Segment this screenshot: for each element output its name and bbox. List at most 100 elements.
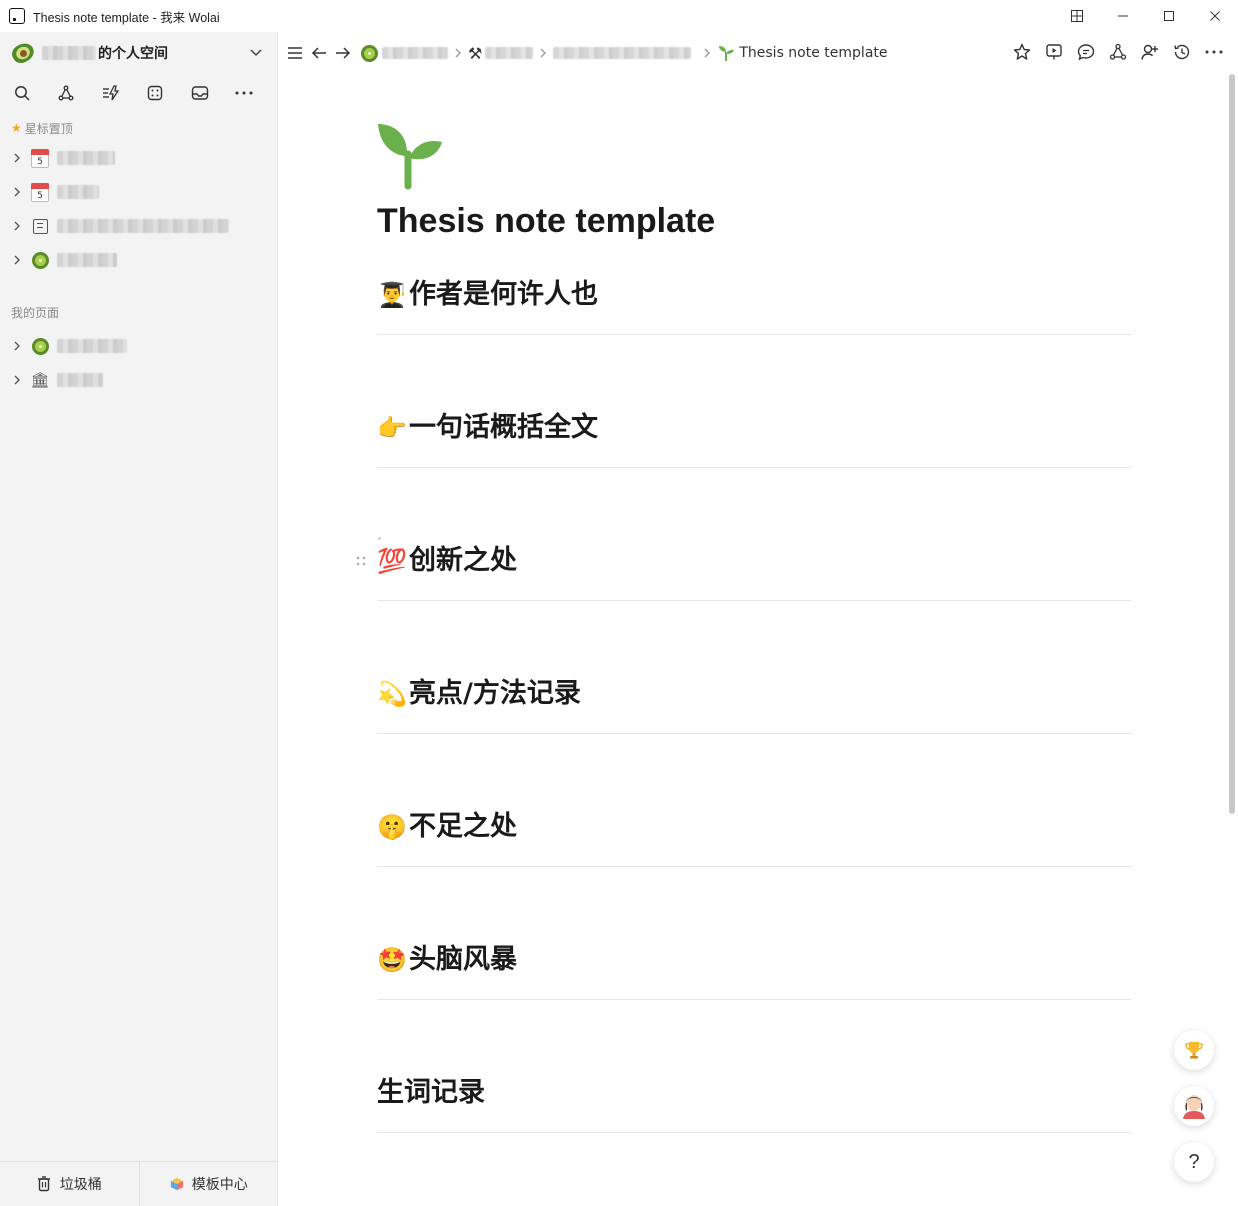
trophy-button[interactable] — [1174, 1030, 1214, 1070]
sprout-icon[interactable] — [374, 118, 446, 190]
avatar[interactable] — [1174, 1086, 1214, 1126]
chevron-right-icon[interactable] — [11, 340, 23, 352]
heading-text: 生词记录 — [377, 1077, 485, 1108]
chevron-down-icon[interactable] — [249, 45, 263, 59]
my-pages-section-label: 我的页面 — [0, 301, 277, 323]
chevron-right-icon[interactable] — [11, 374, 23, 386]
star-icon[interactable] — [1010, 40, 1034, 64]
back-icon[interactable] — [307, 41, 331, 65]
search-icon[interactable] — [12, 78, 56, 108]
redacted-text — [57, 151, 115, 165]
starred-section-label: ★ 星标置顶 — [0, 117, 277, 139]
redacted-text — [57, 339, 127, 353]
template-center-button[interactable]: 模板中心 — [138, 1162, 279, 1206]
block-dot — [378, 537, 381, 540]
breadcrumb-current[interactable]: Thesis note template — [739, 45, 887, 61]
redacted-text — [57, 253, 117, 267]
heading-block[interactable]: 🤫 不足之处 — [377, 811, 1132, 867]
sidebar: 的个人空间 ★ 星标置顶 5 5 我的页面 🏛 垃圾桶 模板中心 — [0, 32, 278, 1206]
page-content: Thesis note template 👨‍🎓 作者是何许人也 👉 一句话概括… — [278, 74, 1238, 1206]
heading-text: 作者是何许人也 — [409, 279, 598, 310]
sidebar-item-page-1[interactable] — [0, 329, 277, 363]
heading-text: 亮点/方法记录 — [409, 678, 581, 709]
share-user-icon[interactable] — [1138, 40, 1162, 64]
chevron-right-icon[interactable] — [11, 152, 23, 164]
sidebar-item-page-2[interactable]: 🏛 — [0, 363, 277, 397]
heading-block[interactable]: 🤩 头脑风暴 — [377, 944, 1132, 1000]
heading-block[interactable]: 💯 创新之处 — [377, 545, 1132, 601]
flash-icon[interactable] — [100, 78, 144, 108]
breadcrumb: ⚒ Thesis note template — [355, 44, 888, 63]
scrollbar-thumb[interactable] — [1229, 74, 1235, 814]
kiwi-icon — [31, 337, 49, 355]
template-icon[interactable] — [145, 78, 189, 108]
trash-button[interactable]: 垃圾桶 — [0, 1162, 139, 1206]
heading-text: 不足之处 — [409, 811, 517, 842]
maximize-button[interactable] — [1146, 0, 1192, 32]
window-controls — [1054, 0, 1238, 32]
heading-block[interactable]: 👉 一句话概括全文 — [377, 412, 1132, 468]
calendar-icon: 5 — [31, 182, 49, 202]
heading-text: 一句话概括全文 — [409, 412, 598, 443]
help-icon: ? — [1188, 1150, 1200, 1173]
sidebar-item-starred-2[interactable]: 5 — [0, 175, 277, 209]
present-icon[interactable] — [1042, 40, 1066, 64]
trash-label: 垃圾桶 — [59, 1177, 102, 1193]
help-button[interactable]: ? — [1174, 1142, 1214, 1182]
grid-icon[interactable] — [1054, 0, 1100, 32]
pointing-hand-icon: 👉 — [377, 414, 407, 442]
menu-icon[interactable] — [283, 41, 307, 65]
dizzy-star-icon: 💫 — [377, 680, 407, 708]
heading-block[interactable]: 👨‍🎓 作者是何许人也 — [377, 279, 1132, 335]
sprout-icon — [719, 46, 735, 61]
template-center-label: 模板中心 — [191, 1177, 248, 1193]
breadcrumb-item[interactable] — [553, 47, 692, 59]
star-struck-icon: 🤩 — [377, 946, 407, 974]
page-title[interactable]: Thesis note template — [377, 202, 715, 241]
chevron-right-icon — [704, 48, 711, 58]
sidebar-item-starred-3[interactable] — [0, 209, 277, 243]
calendar-icon: 5 — [31, 148, 49, 168]
chevron-right-icon[interactable] — [11, 254, 23, 266]
inbox-icon[interactable] — [189, 78, 233, 108]
graph-icon[interactable] — [56, 78, 100, 108]
more-icon[interactable] — [1202, 40, 1226, 64]
avocado-icon — [8, 39, 38, 67]
avatar-icon — [1178, 1090, 1210, 1122]
top-navigation: ⚒ Thesis note template — [278, 32, 1238, 74]
redacted-text — [57, 373, 103, 387]
breadcrumb-item[interactable] — [382, 47, 448, 59]
redacted-text — [42, 46, 96, 60]
sidebar-item-starred-4[interactable] — [0, 243, 277, 277]
forward-icon[interactable] — [331, 41, 355, 65]
redacted-text — [57, 185, 99, 199]
graduate-icon: 👨‍🎓 — [377, 281, 407, 309]
chevron-right-icon[interactable] — [11, 186, 23, 198]
document-icon — [32, 218, 48, 234]
workspace-switcher[interactable]: 的个人空间 — [0, 32, 277, 74]
my-pages-label-text: 我的页面 — [11, 305, 60, 320]
sidebar-item-starred-1[interactable]: 5 — [0, 141, 277, 175]
history-icon[interactable] — [1170, 40, 1194, 64]
scrollbar[interactable] — [1228, 74, 1236, 814]
page-actions — [1010, 40, 1226, 64]
chevron-right-icon — [455, 48, 461, 58]
close-button[interactable] — [1192, 0, 1238, 32]
more-icon[interactable] — [233, 78, 277, 108]
trophy-icon — [1185, 1042, 1203, 1059]
heading-block[interactable]: 💫 亮点/方法记录 — [377, 678, 1132, 734]
starred-label-text: 星标置顶 — [24, 121, 73, 136]
heading-block[interactable]: 生词记录 — [377, 1077, 1132, 1133]
breadcrumb-item[interactable] — [485, 47, 534, 59]
trash-icon — [37, 1176, 50, 1192]
comment-icon[interactable] — [1074, 40, 1098, 64]
heading-text: 创新之处 — [409, 545, 517, 576]
chevron-right-icon[interactable] — [11, 220, 23, 232]
window-title: Thesis note template - 我来 Wolai — [33, 10, 220, 25]
drag-handle-icon[interactable] — [356, 556, 366, 568]
shushing-face-icon: 🤫 — [377, 813, 407, 841]
graph-icon[interactable] — [1106, 40, 1130, 64]
minimize-button[interactable] — [1100, 0, 1146, 32]
sidebar-toolbar — [0, 74, 277, 112]
bank-icon: 🏛 — [30, 371, 50, 389]
